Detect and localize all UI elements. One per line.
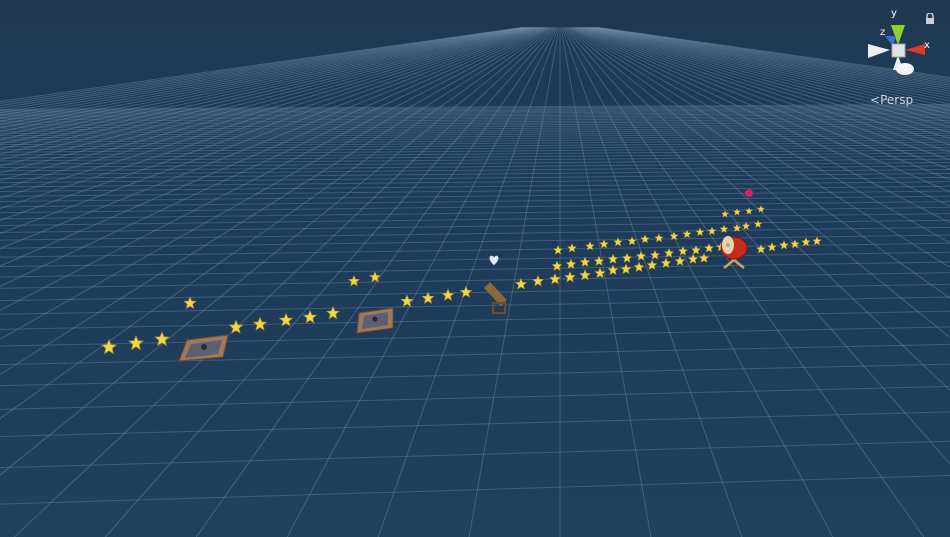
star-icon[interactable] xyxy=(695,227,705,237)
projection-label: Persp xyxy=(880,93,914,107)
star-icon[interactable] xyxy=(654,233,664,243)
chevron-left-icon: < xyxy=(870,93,881,107)
projection-toggle[interactable]: <Persp xyxy=(870,93,930,109)
star-icon[interactable] xyxy=(621,252,633,263)
wooden-cannon[interactable] xyxy=(484,282,507,314)
grid-line xyxy=(0,296,950,315)
star-icon[interactable] xyxy=(599,239,609,249)
star-icon[interactable] xyxy=(649,249,661,260)
trampoline-pad[interactable] xyxy=(356,307,394,334)
star-icon[interactable] xyxy=(228,319,244,334)
grid-line xyxy=(0,226,950,241)
ground-grid xyxy=(0,27,950,537)
star-icon[interactable] xyxy=(663,247,675,258)
star-icon[interactable] xyxy=(252,316,268,331)
star-icon[interactable] xyxy=(698,252,710,263)
star-icon[interactable] xyxy=(553,245,563,255)
grid-line xyxy=(0,201,950,214)
star-icon[interactable] xyxy=(441,288,455,301)
lock-icon[interactable] xyxy=(925,13,935,25)
scene-canvas[interactable] xyxy=(0,0,950,537)
star-icon[interactable] xyxy=(549,273,561,285)
gizmo-x-label[interactable]: x xyxy=(924,40,930,51)
star-icon[interactable] xyxy=(620,263,632,275)
star-icon[interactable] xyxy=(812,236,822,246)
grid-line xyxy=(0,385,950,410)
grid-line xyxy=(377,27,559,537)
star-icon[interactable] xyxy=(753,219,763,228)
grid-line xyxy=(468,27,560,537)
star-icon[interactable] xyxy=(613,237,623,247)
star-icon[interactable] xyxy=(565,258,577,269)
star-icon[interactable] xyxy=(607,253,619,264)
star-icon[interactable] xyxy=(767,242,777,252)
grid-line xyxy=(0,283,950,302)
orientation-gizmo[interactable] xyxy=(868,25,925,75)
heart-icon[interactable] xyxy=(489,255,499,266)
star-icon[interactable] xyxy=(154,331,170,347)
grid-line xyxy=(560,27,652,537)
grid-line xyxy=(0,219,950,234)
grid-line xyxy=(0,343,950,366)
grid-line xyxy=(0,363,950,387)
star-icon[interactable] xyxy=(303,310,317,324)
star-icon[interactable] xyxy=(635,250,647,261)
star-icon[interactable] xyxy=(400,294,414,308)
grid-line xyxy=(561,27,743,537)
star-icon[interactable] xyxy=(421,291,435,304)
star-icon[interactable] xyxy=(640,234,650,244)
star-icon[interactable] xyxy=(745,207,753,215)
marker-dot[interactable] xyxy=(745,189,753,197)
grid-line xyxy=(0,326,950,347)
star-icon[interactable] xyxy=(567,243,577,253)
gizmo-z-label[interactable]: z xyxy=(880,27,885,38)
grid-line xyxy=(0,206,950,220)
star-icon[interactable] xyxy=(719,224,729,233)
star-icon[interactable] xyxy=(459,285,473,298)
grid-line xyxy=(0,440,950,469)
star-icon[interactable] xyxy=(183,296,197,310)
star-icon[interactable] xyxy=(369,271,381,283)
star-icon[interactable] xyxy=(607,264,619,276)
star-icon[interactable] xyxy=(646,259,658,271)
star-icon[interactable] xyxy=(627,236,637,246)
star-icon[interactable] xyxy=(579,256,591,267)
star-icon[interactable] xyxy=(633,261,645,273)
star-icon[interactable] xyxy=(128,335,144,351)
star-icon[interactable] xyxy=(674,255,686,266)
grid-line xyxy=(0,310,950,330)
star-icon[interactable] xyxy=(532,275,544,287)
star-icon[interactable] xyxy=(779,240,789,250)
star-icon[interactable] xyxy=(101,339,117,355)
star-icon[interactable] xyxy=(564,271,576,283)
scene-view[interactable]: y x z <Persp xyxy=(0,0,950,537)
star-icon[interactable] xyxy=(348,275,360,287)
grid-line xyxy=(0,190,950,202)
drum-icon[interactable] xyxy=(720,236,748,269)
grid-line xyxy=(0,195,950,208)
gizmo-y-label[interactable]: y xyxy=(891,8,897,19)
star-icon[interactable] xyxy=(704,243,714,253)
grid-line xyxy=(0,176,950,188)
star-icon[interactable] xyxy=(801,237,811,247)
trampoline-pad[interactable] xyxy=(178,334,229,362)
